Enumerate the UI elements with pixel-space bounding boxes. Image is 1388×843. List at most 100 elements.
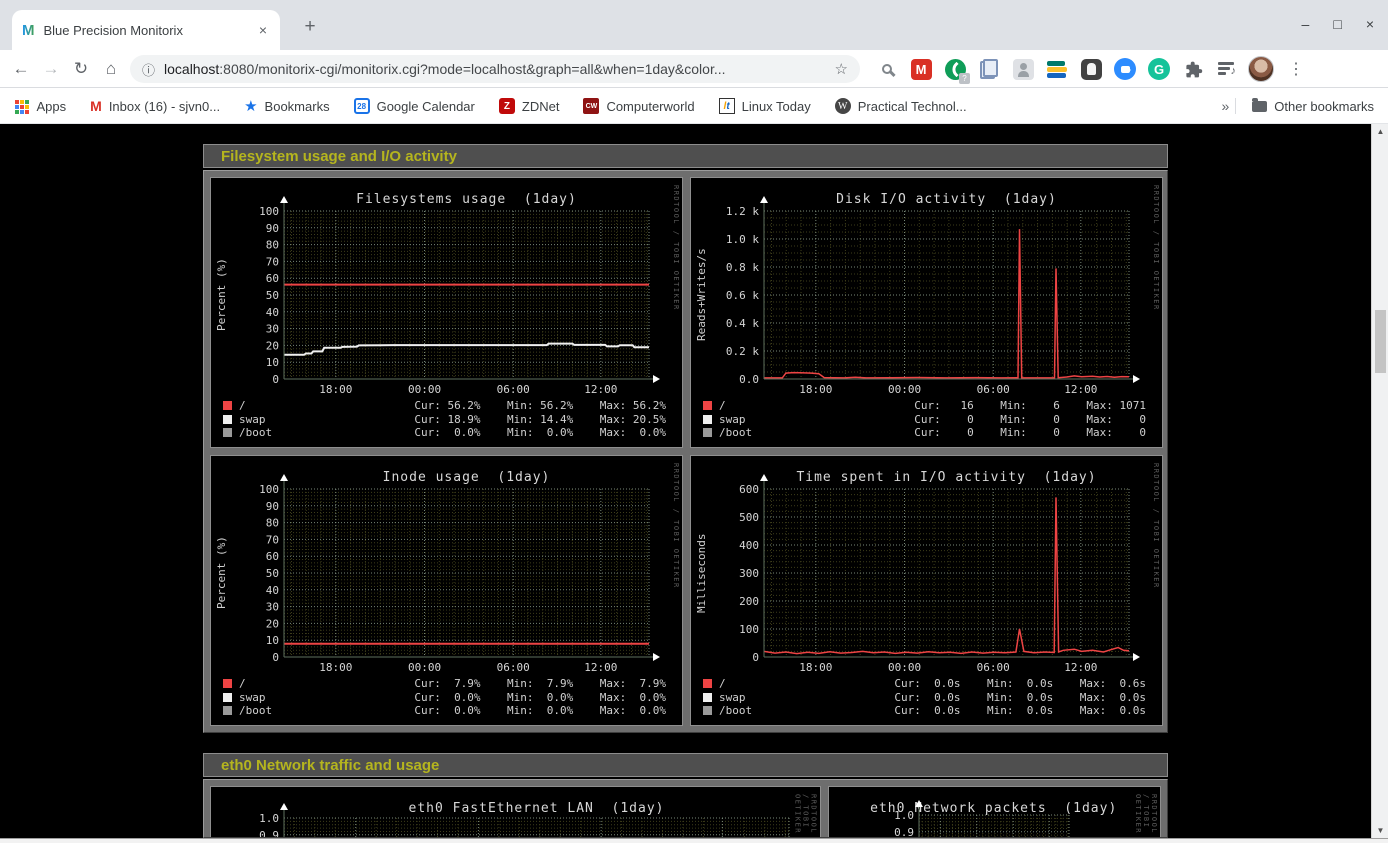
grammarly-icon: G [1148, 58, 1170, 80]
legend-row: /bootCur: 0.0% Min: 0.0% Max: 0.0% [223, 704, 666, 717]
gmail-m-icon: M [90, 98, 102, 114]
legend-color-swatch [223, 428, 232, 437]
site-info-icon[interactable]: ⓘ [142, 60, 155, 79]
svg-text:100: 100 [259, 205, 279, 218]
svg-text:0.0: 0.0 [739, 373, 759, 386]
voice-extension-icon[interactable]: ? [942, 56, 968, 82]
home-button[interactable]: ⌂ [96, 59, 126, 79]
copy-icon [980, 59, 998, 79]
svg-text:20: 20 [266, 617, 279, 630]
tab-close-icon[interactable]: × [256, 22, 270, 38]
bookmark-practical-technology[interactable]: WPractical Technol... [835, 98, 967, 114]
legend-series-name: swap [239, 413, 389, 426]
svg-text:60: 60 [266, 550, 279, 563]
scrollbar-up-arrow[interactable]: ▲ [1372, 127, 1388, 136]
legend-series-name: /boot [239, 426, 389, 439]
maximize-button[interactable]: □ [1333, 16, 1341, 32]
legend-row: /bootCur: 0.0% Min: 0.0% Max: 0.0% [223, 426, 666, 439]
playlist-extension-icon[interactable]: ♪ [1214, 56, 1240, 82]
svg-text:10: 10 [266, 356, 279, 369]
question-badge: ? [959, 73, 970, 84]
svg-text:06:00: 06:00 [977, 661, 1010, 674]
url-bar[interactable]: ⓘ localhost :8080/monitorix-cgi/monitori… [130, 55, 860, 83]
legend-series-name: swap [719, 691, 869, 704]
legend-stats: Cur: 0.0% Min: 0.0% Max: 0.0% [414, 704, 666, 717]
video-meeting-extension-icon[interactable] [1112, 56, 1138, 82]
scrollbar-down-arrow[interactable]: ▼ [1372, 826, 1388, 835]
back-button[interactable]: ← [6, 59, 36, 79]
chart-plot: 010203040506070809010018:0000:0006:0012:… [211, 456, 683, 676]
bookmark-linux-today[interactable]: ltLinux Today [719, 98, 811, 114]
legend-stats: Cur: 56.2% Min: 56.2% Max: 56.2% [414, 399, 666, 412]
bookmark-google-calendar[interactable]: 28Google Calendar [354, 98, 475, 114]
monitorix-favicon: M [22, 22, 35, 39]
svg-text:06:00: 06:00 [977, 383, 1010, 396]
svg-text:12:00: 12:00 [1064, 661, 1097, 674]
copy-pages-extension-icon[interactable] [976, 56, 1002, 82]
svg-text:50: 50 [266, 289, 279, 302]
video-camera-icon [1114, 58, 1136, 80]
svg-text:400: 400 [739, 539, 759, 552]
svg-text:40: 40 [266, 584, 279, 597]
tab-blue-precision-monitorix[interactable]: M Blue Precision Monitorix × [12, 10, 280, 50]
svg-text:0.8 k: 0.8 k [726, 261, 759, 274]
svg-text:90: 90 [266, 222, 279, 235]
legend-stats: Cur: 18.9% Min: 14.4% Max: 20.5% [414, 413, 666, 426]
svg-text:80: 80 [266, 517, 279, 530]
bookmark-bookmarks[interactable]: ★Bookmarks [244, 97, 329, 115]
minimize-button[interactable]: – [1302, 16, 1310, 32]
chart-plot: 1.00.90.80.70.60.50.40.30.20.10.018:0000… [211, 787, 821, 838]
scrollbar[interactable]: ▲ ▼ [1371, 124, 1388, 838]
svg-text:1.0: 1.0 [894, 809, 914, 822]
calendar-icon: 28 [354, 98, 370, 114]
grammarly-extension-icon[interactable]: G [1146, 56, 1172, 82]
chart-panel-disk-io-activity[interactable]: Disk I/O activity (1day) Reads+Writes/s … [690, 177, 1163, 448]
new-tab-button[interactable]: + [296, 16, 324, 38]
scrollbar-thumb[interactable] [1375, 310, 1386, 373]
person-extension-icon[interactable] [1010, 56, 1036, 82]
svg-text:06:00: 06:00 [497, 661, 530, 674]
bookmark-gmail-inbox[interactable]: MInbox (16) - sjvn0... [90, 98, 220, 114]
forward-button[interactable]: → [36, 59, 66, 79]
svg-text:12:00: 12:00 [584, 383, 617, 396]
browser-menu-button[interactable]: ⋮ [1282, 59, 1310, 79]
svg-text:30: 30 [266, 323, 279, 336]
chart-panel-eth0-lan[interactable]: eth0 FastEthernet LAN (1day) RRDTOOL / T… [210, 786, 821, 838]
books-extension-icon[interactable] [1044, 56, 1070, 82]
svg-text:1.0: 1.0 [259, 812, 279, 825]
svg-text:30: 30 [266, 601, 279, 614]
svg-text:00:00: 00:00 [888, 383, 921, 396]
profile-avatar[interactable] [1248, 56, 1274, 82]
folder-icon [1252, 101, 1267, 112]
other-bookmarks[interactable]: Other bookmarks [1252, 99, 1374, 114]
legend-stats: Cur: 0 Min: 0 Max: 0 [914, 413, 1146, 426]
svg-text:12:00: 12:00 [1064, 383, 1097, 396]
svg-text:200: 200 [739, 595, 759, 608]
search-extension-icon[interactable] [874, 56, 900, 82]
page-content: Filesystem usage and I/O activity Filesy… [0, 124, 1388, 838]
legend-series-name: swap [239, 691, 389, 704]
legend-row: swap Cur: 18.9% Min: 14.4% Max: 20.5% [223, 412, 666, 425]
bookmark-zdnet[interactable]: ZZDNet [499, 98, 560, 114]
bookmark-computerworld[interactable]: CWComputerworld [583, 98, 694, 114]
lamp-extension-icon[interactable] [1078, 56, 1104, 82]
reload-button[interactable]: ↻ [66, 59, 96, 79]
chart-panel-inode-usage[interactable]: Inode usage (1day) Percent (%) RRDTOOL /… [210, 455, 683, 726]
bookmarks-overflow-chevron[interactable]: » [1222, 98, 1237, 114]
svg-text:0.9: 0.9 [259, 829, 279, 838]
window-bottom-edge [0, 838, 1388, 843]
apps-shortcut[interactable]: Apps [14, 99, 66, 114]
close-window-button[interactable]: × [1366, 16, 1374, 32]
extensions-puzzle-button[interactable] [1180, 56, 1206, 82]
legend-row: /Cur: 7.9% Min: 7.9% Max: 7.9% [223, 677, 666, 690]
chart-plot: 010203040506070809010018:0000:0006:0012:… [211, 178, 683, 398]
chart-panel-filesystems-usage[interactable]: Filesystems usage (1day) Percent (%) RRD… [210, 177, 683, 448]
chart-panel-eth0-packets[interactable]: eth0 Network packets (1day) s/s RRDTOOL … [828, 786, 1161, 838]
chart-panel-time-in-io[interactable]: Time spent in I/O activity (1day) Millis… [690, 455, 1163, 726]
url-host: localhost [164, 61, 219, 77]
legend-color-swatch [703, 401, 712, 410]
svg-text:40: 40 [266, 306, 279, 319]
bookmark-star-icon[interactable]: ☆ [827, 60, 848, 78]
chart-legend: /Cur: 16 Min: 6 Max: 1071swapCur: 0 Min:… [703, 399, 1146, 439]
gmail-extension-icon[interactable]: M [908, 56, 934, 82]
